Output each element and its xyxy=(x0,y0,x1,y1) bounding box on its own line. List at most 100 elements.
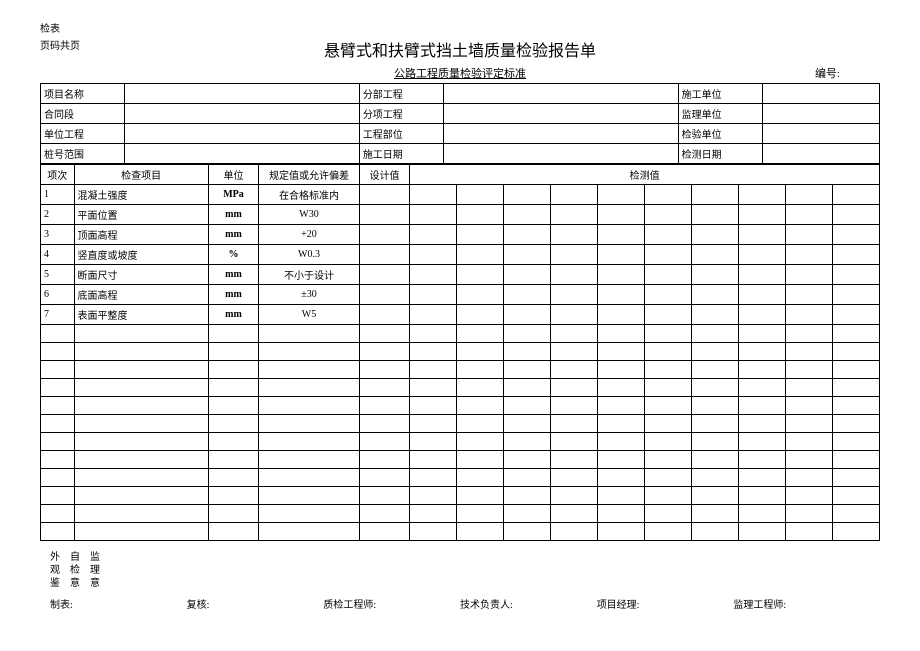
cell-measure xyxy=(691,305,738,325)
cell-empty xyxy=(691,415,738,433)
footer-notes: 外观鉴 自检意 监理意 xyxy=(40,551,880,590)
cell-empty xyxy=(832,523,879,541)
label-gc-buwei: 工程部位 xyxy=(359,124,443,144)
cell-empty xyxy=(41,505,75,523)
cell-empty xyxy=(551,451,598,469)
cell-measure xyxy=(410,245,457,265)
cell-empty xyxy=(208,487,258,505)
cell-empty xyxy=(738,469,785,487)
cell-empty xyxy=(410,487,457,505)
cell-empty xyxy=(359,397,409,415)
cell-measure xyxy=(832,185,879,205)
cell-empty xyxy=(504,415,551,433)
cell-empty xyxy=(208,379,258,397)
cell-empty xyxy=(359,487,409,505)
cell-empty xyxy=(691,451,738,469)
cell-empty xyxy=(832,469,879,487)
cell-measure xyxy=(645,285,692,305)
cell-empty xyxy=(598,469,645,487)
label-zhuanghao: 桩号范围 xyxy=(41,144,125,164)
cell-measure xyxy=(738,225,785,245)
cell-empty xyxy=(504,469,551,487)
cell-empty xyxy=(457,505,504,523)
cell-sheji xyxy=(359,185,409,205)
sign-fuhe: 复核: xyxy=(187,596,324,611)
cell-empty xyxy=(691,343,738,361)
cell-empty xyxy=(551,379,598,397)
cell-empty xyxy=(74,523,208,541)
table-row: 1混凝土强度MPa在合格标准内 xyxy=(41,185,880,205)
cell-measure xyxy=(691,225,738,245)
cell-empty xyxy=(598,397,645,415)
cell-empty xyxy=(738,451,785,469)
cell-empty xyxy=(259,469,360,487)
header-row: 项次 检查项目 单位 规定值或允许偏差 设计值 检测值 xyxy=(41,165,880,185)
cell-empty xyxy=(74,325,208,343)
cell-empty xyxy=(504,505,551,523)
cell-sheji xyxy=(359,245,409,265)
cell-empty xyxy=(504,397,551,415)
cell-empty xyxy=(74,397,208,415)
cell-empty xyxy=(457,325,504,343)
cell-empty xyxy=(410,325,457,343)
cell-empty xyxy=(785,361,832,379)
cell-empty xyxy=(74,451,208,469)
cell-empty xyxy=(410,505,457,523)
cell-empty xyxy=(832,325,879,343)
bianhao-label: 编号: xyxy=(815,65,840,81)
table-row-empty xyxy=(41,325,880,343)
cell-empty xyxy=(259,505,360,523)
table-row-empty xyxy=(41,379,880,397)
cell-empty xyxy=(41,487,75,505)
cell-empty xyxy=(457,433,504,451)
main-table: 项次 检查项目 单位 规定值或允许偏差 设计值 检测值 1混凝土强度MPa在合格… xyxy=(40,164,880,541)
cell-empty xyxy=(738,415,785,433)
cell-empty xyxy=(551,343,598,361)
cell-measure xyxy=(410,285,457,305)
cell-empty xyxy=(259,397,360,415)
cell-measure xyxy=(598,225,645,245)
cell-empty xyxy=(598,523,645,541)
sign-zhibiao: 制表: xyxy=(50,596,187,611)
cell-empty xyxy=(738,361,785,379)
sign-zhijian: 质检工程师: xyxy=(323,596,460,611)
cell-measure xyxy=(785,285,832,305)
cell-empty xyxy=(457,343,504,361)
cell-empty xyxy=(691,505,738,523)
cell-measure xyxy=(598,285,645,305)
cell-unit: mm xyxy=(208,305,258,325)
cell-empty xyxy=(41,343,75,361)
cell-empty xyxy=(208,397,258,415)
cell-empty xyxy=(598,361,645,379)
cell-empty xyxy=(74,433,208,451)
cell-empty xyxy=(504,487,551,505)
cell-empty xyxy=(410,397,457,415)
cell-empty xyxy=(598,451,645,469)
cell-unit: mm xyxy=(208,265,258,285)
cell-empty xyxy=(504,361,551,379)
h-xiangci: 项次 xyxy=(41,165,75,185)
cell-empty xyxy=(359,325,409,343)
table-row-empty xyxy=(41,397,880,415)
table-row-empty xyxy=(41,523,880,541)
cell-empty xyxy=(359,469,409,487)
cell-sheji xyxy=(359,285,409,305)
cell-item: 混凝土强度 xyxy=(74,185,208,205)
cell-measure xyxy=(598,245,645,265)
cell-empty xyxy=(785,343,832,361)
h-jiancha: 检查项目 xyxy=(74,165,208,185)
table-row-empty xyxy=(41,469,880,487)
cell-measure xyxy=(691,285,738,305)
cell-empty xyxy=(691,433,738,451)
cell-measure xyxy=(785,205,832,225)
cell-empty xyxy=(785,451,832,469)
table-row-empty xyxy=(41,343,880,361)
cell-measure xyxy=(598,265,645,285)
table-row-empty xyxy=(41,487,880,505)
cell-empty xyxy=(359,505,409,523)
cell-n: 4 xyxy=(41,245,75,265)
cell-measure xyxy=(645,205,692,225)
cell-empty xyxy=(41,397,75,415)
sign-xmjl: 项目经理: xyxy=(597,596,734,611)
cell-measure xyxy=(410,305,457,325)
